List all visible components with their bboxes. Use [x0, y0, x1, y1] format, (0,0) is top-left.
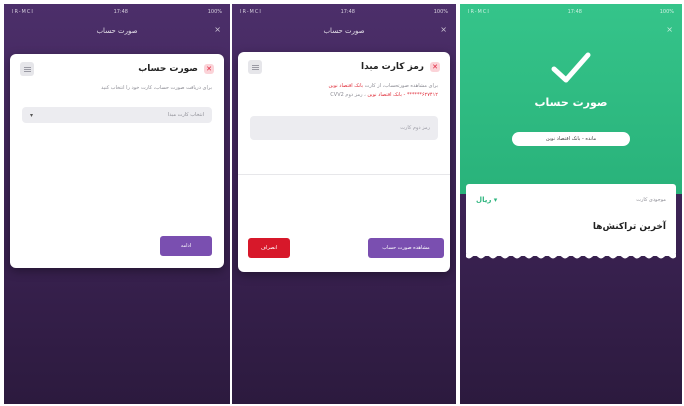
app-bar: صورت حساب × — [4, 20, 230, 42]
select-card-dialog: ✕ صورت حساب برای دریافت صورت حساب، کارت … — [10, 54, 224, 268]
dialog-header: ✕ رمز کارت مبدا — [238, 52, 450, 82]
app-bar: × — [460, 20, 682, 42]
balance-ticket: موجودی کارت ▾ ریال آخرین تراکنش‌ها — [466, 184, 676, 259]
desc-text-1: برای مشاهده صورتحساب، از کارت — [364, 83, 438, 89]
status-bar: IR-MCI 17:48 100% — [232, 4, 456, 20]
recent-transactions-title: آخرین تراکنش‌ها — [592, 222, 666, 232]
desc-text-2: ، رمز دوم CVV2 — [330, 92, 366, 98]
close-icon[interactable]: × — [214, 25, 221, 34]
battery-label: 100% — [659, 9, 674, 15]
status-bar: IR-MCI 17:48 100% — [4, 4, 230, 20]
checkmark-icon — [551, 52, 591, 83]
carrier-label: IR-MCI — [468, 9, 490, 15]
pin-input[interactable]: رمز دوم کارت — [250, 116, 438, 140]
dialog-description: برای مشاهده صورتحساب، از کارت بانک اقتصا… — [238, 82, 450, 100]
document-icon — [20, 62, 34, 76]
dialog-title-group: ✕ رمز کارت مبدا — [361, 62, 440, 72]
desc-card-number: ۶۲۷۴۱۲****** - بانک اقتصاد نوین — [367, 92, 438, 98]
dialog-description: برای دریافت صورت حساب، کارت خود را انتخا… — [101, 85, 212, 91]
view-statement-button[interactable]: مشاهده صورت حساب — [368, 238, 444, 258]
continue-button[interactable]: ادامه — [160, 236, 212, 256]
desc-bank-name: بانک اقتصاد نوین — [328, 83, 364, 89]
dialog-title-group: ✕ صورت حساب — [138, 64, 214, 74]
status-bar: IR-MCI 17:48 100% — [460, 4, 682, 20]
statement-screen-select-card: IR-MCI 17:48 100% صورت حساب × ✕ صورت حسا… — [4, 4, 230, 404]
dialog-title: صورت حساب — [138, 64, 198, 74]
clock: 17:48 — [113, 9, 128, 15]
currency-label: ▾ ریال — [476, 196, 498, 204]
clock: 17:48 — [567, 9, 582, 15]
balance-row: موجودی کارت ▾ ریال — [476, 196, 666, 204]
statement-screen-result: IR-MCI 17:48 100% × صورت حساب مانده - با… — [460, 4, 682, 404]
card-pin-dialog: ✕ رمز کارت مبدا برای مشاهده صورتحساب، از… — [238, 52, 450, 272]
page-title: صورت حساب — [323, 27, 365, 35]
dialog-title: رمز کارت مبدا — [361, 62, 424, 72]
dismiss-icon[interactable]: ✕ — [204, 64, 214, 74]
dismiss-icon[interactable]: ✕ — [430, 62, 440, 72]
source-card-select[interactable]: انتخاب کارت مبدا ▾ — [22, 107, 212, 123]
bank-info-pill: مانده - بانک اقتصاد نوین — [512, 132, 630, 146]
cancel-button[interactable]: انصراف — [248, 238, 290, 258]
select-placeholder: انتخاب کارت مبدا — [167, 112, 204, 118]
divider — [238, 174, 450, 175]
battery-label: 100% — [433, 9, 448, 15]
pin-placeholder: رمز دوم کارت — [400, 125, 430, 131]
balance-label: موجودی کارت — [636, 197, 666, 203]
close-icon[interactable]: × — [440, 25, 447, 34]
statement-screen-card-pin: IR-MCI 17:48 100% صورت حساب × ✕ رمز کارت… — [232, 4, 456, 404]
close-icon[interactable]: × — [666, 25, 673, 34]
document-icon — [248, 60, 262, 74]
chevron-down-icon: ▾ — [30, 111, 34, 119]
carrier-label: IR-MCI — [240, 9, 262, 15]
battery-label: 100% — [207, 9, 222, 15]
dialog-header: ✕ صورت حساب — [10, 54, 224, 84]
ticket-edge — [466, 254, 676, 259]
app-bar: صورت حساب × — [232, 20, 456, 42]
result-title: صورت حساب — [534, 96, 608, 109]
carrier-label: IR-MCI — [12, 9, 34, 15]
page-title: صورت حساب — [96, 27, 138, 35]
clock: 17:48 — [340, 9, 355, 15]
